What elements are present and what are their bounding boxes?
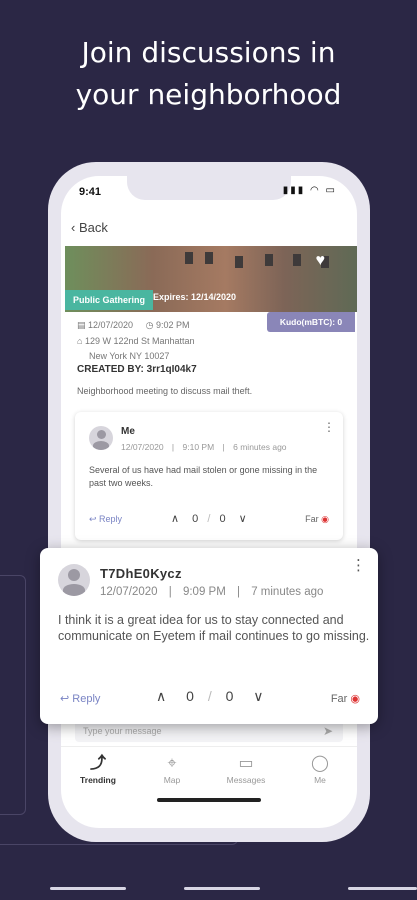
post-creator: CREATED BY: 3rr1qI04k7 [77, 364, 197, 375]
vote-control: ∧ 0 / 0 ∨ [171, 513, 247, 525]
upvote-icon[interactable]: ∧ [171, 513, 179, 525]
more-options-icon[interactable]: ⋮ [323, 420, 335, 434]
post-address-line2: New York NY 10027 [89, 351, 170, 361]
comment-body: Several of us have had mail stolen or go… [89, 465, 318, 488]
distance-label: Far [305, 514, 319, 524]
headline-line1: Join discussions in [81, 36, 336, 69]
back-label: Back [78, 220, 108, 235]
comment-ago: 7 minutes ago [251, 586, 324, 598]
heart-icon[interactable]: ♥ [316, 252, 326, 270]
distance-indicator: Far ◉ [331, 692, 360, 705]
calendar-icon: ▤ [77, 320, 89, 330]
tab-label: Messages [226, 775, 266, 785]
upvote-count: 0 [192, 513, 199, 525]
comment-meta: 12/07/2020 | 9:09 PM | 7 minutes ago [100, 586, 324, 598]
post-address-line1: 129 W 122nd St Manhattan [84, 336, 195, 346]
comment-actions: ↩ Reply ∧ 0 / 0 ∨ Far ◉ [40, 688, 378, 712]
downvote-count: 0 [225, 688, 234, 704]
kudo-badge: Kudo(mBTC): 0 [267, 312, 355, 332]
back-button[interactable]: ‹ Back [71, 220, 108, 235]
signal-icon: ▮▮▮ [282, 185, 306, 196]
status-icons: ▮▮▮ ◠ ▭ [283, 185, 337, 196]
comment-card: Me 12/07/2020 | 9:10 PM | 6 minutes ago … [75, 412, 343, 540]
downvote-count: 0 [219, 513, 226, 525]
comment-meta: 12/07/2020 | 9:10 PM | 6 minutes ago [121, 442, 287, 452]
page-indicator-dot [348, 887, 417, 890]
tab-label: Me [314, 775, 326, 785]
post-expires: Expires: 12/14/2020 [153, 292, 237, 302]
reply-button[interactable]: ↩ Reply [89, 514, 122, 525]
comment-time: 9:10 PM [182, 442, 215, 452]
avatar [58, 564, 90, 596]
map-pin-icon: ⌖ [167, 755, 177, 772]
comment-date: 12/07/2020 [121, 442, 164, 452]
page-indicator-dot [50, 887, 126, 890]
distance-label: Far [330, 693, 348, 705]
post-category-tag: Public Gathering [65, 290, 154, 310]
headline-line2: your neighborhood [75, 78, 342, 111]
post-date: 12/07/2020 [88, 320, 134, 330]
post-description: Neighborhood meeting to discuss mail the… [77, 386, 253, 396]
downvote-icon[interactable]: ∨ [253, 688, 263, 704]
comment-date: 12/07/2020 [100, 586, 158, 598]
headline: Join discussions in your neighborhood [0, 32, 417, 116]
eye-signal-icon: ◉ [321, 514, 329, 524]
tab-messages[interactable]: ▭ Messages [209, 753, 283, 785]
comment-author: Me [121, 426, 135, 437]
more-options-icon[interactable]: ⋮ [351, 556, 366, 574]
phone-notch [127, 176, 291, 200]
page-indicator-dot [184, 887, 260, 890]
comment-time: 9:09 PM [182, 586, 226, 598]
upvote-count: 0 [186, 688, 194, 704]
comment-author: T7DhE0Kycz [100, 566, 182, 581]
message-placeholder: Type your message [83, 726, 162, 736]
vote-control: ∧ 0 / 0 ∨ [156, 688, 264, 704]
wifi-icon: ◠ [310, 185, 321, 196]
clock-icon: ◷ [145, 320, 156, 330]
reply-button[interactable]: ↩ Reply [60, 692, 100, 705]
post-time: 9:02 PM [155, 320, 190, 330]
tab-label: Trending [80, 775, 116, 785]
post-datetime: ▤ 12/07/2020 ◷ 9:02 PM [77, 320, 189, 331]
status-time: 9:41 [79, 186, 102, 198]
upvote-icon[interactable]: ∧ [156, 688, 166, 704]
downvote-icon[interactable]: ∨ [239, 513, 247, 525]
user-icon: ◯ [311, 755, 329, 772]
comment-actions: ↩ Reply ∧ 0 / 0 ∨ Far ◉ [75, 510, 343, 530]
eye-signal-icon: ◉ [350, 693, 360, 705]
tab-me[interactable]: ◯ Me [283, 753, 357, 785]
reply-icon: ↩ [60, 693, 73, 705]
trending-icon: ⤴ [89, 755, 106, 772]
comment-card-highlighted: T7DhE0Kycz 12/07/2020 | 9:09 PM | 7 minu… [40, 548, 378, 724]
chevron-left-icon: ‹ [71, 220, 79, 235]
comment-ago: 6 minutes ago [233, 442, 287, 452]
tab-label: Map [163, 775, 181, 785]
reply-icon: ↩ [89, 514, 100, 524]
tab-map[interactable]: ⌖ Map [135, 753, 209, 785]
tab-trending[interactable]: ⤴ Trending [61, 753, 135, 785]
avatar [89, 426, 113, 450]
messages-icon: ▭ [238, 755, 254, 772]
home-indicator [157, 798, 261, 802]
tab-bar: ⤴ Trending ⌖ Map ▭ Messages ◯ Me [61, 746, 357, 798]
phone-screen: 9:41 ▮▮▮ ◠ ▭ ‹ Back ♥ Public Gathering E… [61, 176, 357, 828]
distance-indicator: Far ◉ [305, 514, 329, 525]
battery-icon: ▭ [325, 185, 337, 196]
post-address: ⌂ 129 W 122nd St Manhattan [77, 336, 195, 346]
comment-body: I think it is a great idea for us to sta… [58, 613, 370, 643]
location-icon: ⌂ [77, 336, 85, 346]
